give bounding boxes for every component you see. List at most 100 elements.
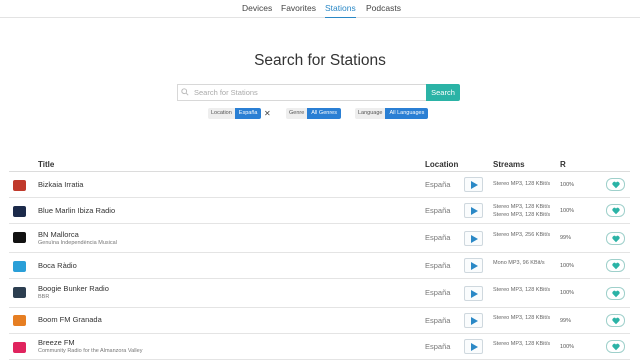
stream-format: Stereo MP3, 128 KBit/s [493, 212, 551, 218]
station-logo [13, 287, 26, 298]
search-button[interactable]: Search [426, 84, 460, 101]
search-icon [181, 88, 189, 96]
play-button[interactable] [464, 177, 483, 192]
station-streams: Stereo MP3, 128 KBit/s [493, 286, 550, 294]
heart-icon [612, 262, 620, 270]
heart-icon [612, 290, 620, 298]
filter-location[interactable]: Location España ✕ [208, 108, 271, 119]
table-row[interactable]: BN Mallorca Genuïna Independència Musica… [9, 225, 630, 253]
stream-format: Stereo MP3, 128 KBit/s [493, 341, 551, 347]
header-title[interactable]: Title [38, 160, 54, 169]
station-name[interactable]: Boca Ràdio [38, 261, 77, 270]
station-reliability: 100% [560, 182, 575, 188]
stream-format: Stereo MP3, 128 KBit/s [493, 315, 551, 321]
play-icon [471, 207, 478, 215]
station-logo [13, 232, 26, 243]
tab-devices[interactable]: Devices [242, 3, 272, 18]
search-input[interactable]: Search for Stations [177, 84, 427, 101]
stream-format: Mono MP3, 96 KBit/s [493, 260, 545, 266]
table-row[interactable]: Boca Ràdio España Mono MP3, 96 KBit/s 10… [9, 254, 630, 279]
tab-stations[interactable]: Stations [325, 3, 356, 18]
stream-format: Stereo MP3, 128 KBit/s [493, 204, 551, 210]
play-button[interactable] [464, 313, 483, 328]
station-streams: Stereo MP3, 128 KBit/s [493, 314, 550, 322]
play-button[interactable] [464, 258, 483, 273]
station-name[interactable]: BN Mallorca [38, 230, 79, 239]
station-location: España [425, 316, 451, 325]
heart-icon [612, 343, 620, 351]
station-name[interactable]: Bizkaia Irratia [38, 180, 83, 189]
play-button[interactable] [464, 339, 483, 354]
station-reliability: 100% [560, 263, 575, 269]
station-streams: Stereo MP3, 128 KBit/s Stereo MP3, 128 K… [493, 203, 550, 219]
play-button[interactable] [464, 231, 483, 246]
station-subtitle: Genuïna Independència Musical [38, 240, 117, 246]
filter-location-value[interactable]: España [234, 108, 262, 119]
favorite-button[interactable] [606, 178, 625, 191]
station-subtitle: Community Radio for the Almanzora Valley [38, 348, 143, 354]
play-icon [471, 181, 478, 189]
table-header: Title Location Streams R [9, 156, 630, 172]
station-logo [13, 261, 26, 272]
station-streams: Stereo MP3, 256 KBit/s [493, 231, 550, 239]
favorite-button[interactable] [606, 340, 625, 353]
search-bar: Search for Stations Search [177, 84, 460, 101]
favorite-button[interactable] [606, 232, 625, 245]
station-reliability: 100% [560, 290, 575, 296]
station-location: España [425, 261, 451, 270]
filter-bar: Location España ✕ Genre All Genres Languag… [0, 108, 640, 119]
play-icon [471, 317, 478, 325]
header-streams: Streams [493, 160, 525, 169]
favorite-button[interactable] [606, 259, 625, 272]
station-reliability: 100% [560, 208, 575, 214]
table-row[interactable]: Boogie Bunker Radio BBR España Stereo MP… [9, 280, 630, 308]
heart-icon [612, 181, 620, 189]
filter-genre[interactable]: Genre All Genres [286, 108, 341, 119]
station-name[interactable]: Blue Marlin Ibiza Radio [38, 206, 115, 215]
station-reliability: 100% [560, 344, 575, 350]
station-location: España [425, 233, 451, 242]
play-icon [471, 235, 478, 243]
tab-podcasts[interactable]: Podcasts [366, 3, 401, 18]
favorite-button[interactable] [606, 204, 625, 217]
close-icon[interactable]: ✕ [264, 108, 271, 119]
page-title: Search for Stations [254, 52, 386, 69]
station-streams: Stereo MP3, 128 KBit/s [493, 340, 550, 348]
filter-genre-key: Genre [286, 108, 308, 119]
station-name[interactable]: Breeze FM [38, 338, 75, 347]
station-logo [13, 180, 26, 191]
station-logo [13, 315, 26, 326]
station-logo [13, 206, 26, 217]
play-icon [471, 343, 478, 351]
stream-format: Stereo MP3, 256 KBit/s [493, 232, 551, 238]
station-location: España [425, 288, 451, 297]
favorite-button[interactable] [606, 314, 625, 327]
table-row[interactable]: Breeze FM Community Radio for the Almanz… [9, 335, 630, 360]
filter-language[interactable]: Language All Languages [355, 108, 429, 119]
station-reliability: 99% [560, 318, 572, 324]
filter-language-value[interactable]: All Languages [385, 108, 429, 119]
header-reliability[interactable]: R [560, 160, 566, 169]
filter-location-key: Location [208, 108, 235, 119]
top-nav: Devices Favorites Stations Podcasts [0, 0, 640, 18]
station-streams: Mono MP3, 96 KBit/s [493, 259, 545, 267]
station-logo [13, 342, 26, 353]
play-button[interactable] [464, 286, 483, 301]
play-button[interactable] [464, 203, 483, 218]
heart-icon [612, 235, 620, 243]
tab-favorites[interactable]: Favorites [281, 3, 316, 18]
filter-genre-value[interactable]: All Genres [307, 108, 341, 119]
station-streams: Stereo MP3, 128 KBit/s [493, 180, 550, 188]
heart-icon [612, 207, 620, 215]
filter-language-key: Language [355, 108, 386, 119]
station-name[interactable]: Boom FM Granada [38, 315, 102, 324]
heart-icon [612, 317, 620, 325]
table-row[interactable]: Bizkaia Irratia España Stereo MP3, 128 K… [9, 173, 630, 198]
table-row[interactable]: Blue Marlin Ibiza Radio España Stereo MP… [9, 199, 630, 224]
favorite-button[interactable] [606, 287, 625, 300]
table-row[interactable]: Boom FM Granada España Stereo MP3, 128 K… [9, 309, 630, 334]
station-reliability: 99% [560, 235, 572, 241]
station-location: España [425, 206, 451, 215]
header-location[interactable]: Location [425, 160, 458, 169]
station-name[interactable]: Boogie Bunker Radio [38, 284, 109, 293]
